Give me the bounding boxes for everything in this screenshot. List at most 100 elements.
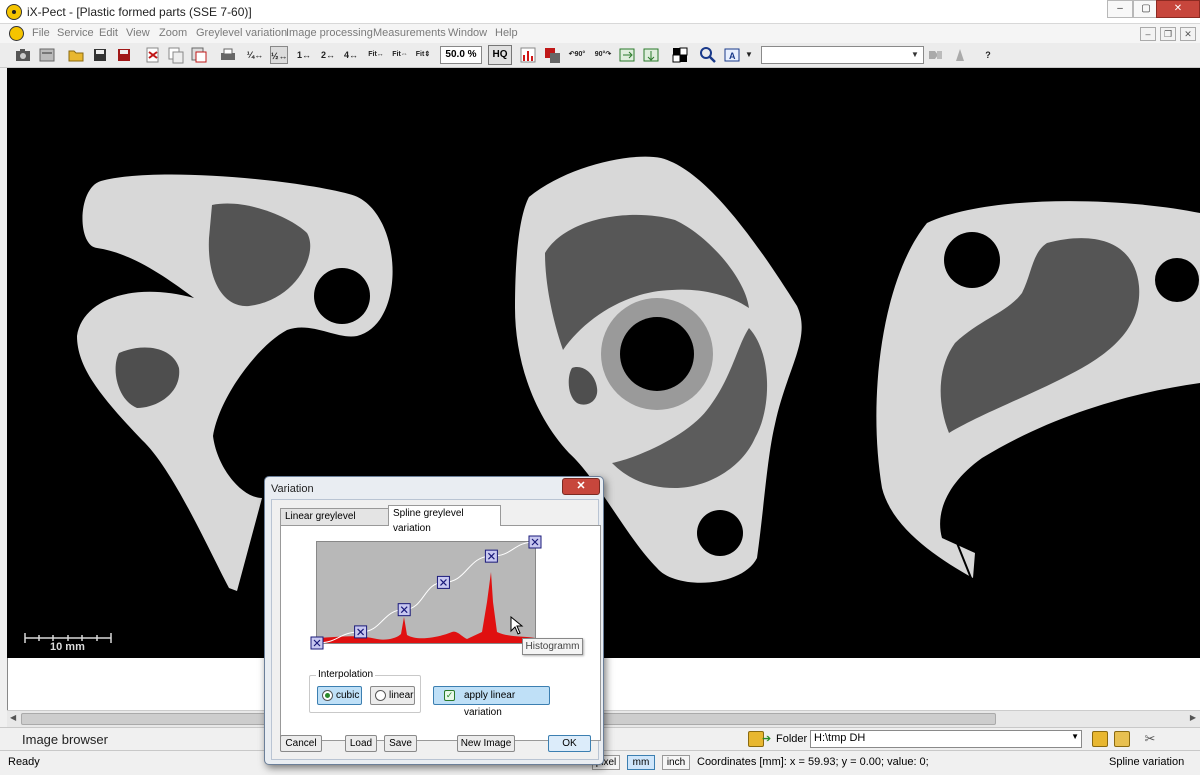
- annotation-icon[interactable]: A: [723, 46, 741, 64]
- zoom-fit-button[interactable]: Fit↔: [366, 46, 386, 64]
- cut-icon[interactable]: [144, 46, 162, 64]
- tab-spline-greylevel[interactable]: Spline greylevel variation: [388, 505, 501, 534]
- zoom-half-button[interactable]: ½↔: [270, 46, 288, 64]
- folder-combobox[interactable]: H:\tmp DH ▼: [810, 730, 1082, 748]
- histogram-icon[interactable]: [519, 46, 537, 64]
- save-red-icon[interactable]: [115, 46, 133, 64]
- new-folder-icon[interactable]: [1114, 731, 1130, 747]
- window-title: iX-Pect - [Plastic formed parts (SSE 7-6…: [27, 5, 252, 19]
- mdi-restore-button[interactable]: ❐: [1160, 27, 1176, 41]
- rotate-left-button[interactable]: ↶90°: [568, 46, 586, 64]
- mouse-cursor-icon: [510, 616, 524, 635]
- curve-histogram-plot: [310, 535, 542, 650]
- zoom-two-button[interactable]: 2↔: [319, 46, 337, 64]
- save-icon[interactable]: [91, 46, 109, 64]
- menu-measurements[interactable]: Measurements: [373, 27, 446, 39]
- minimize-button[interactable]: –: [1107, 0, 1133, 18]
- apply-linear-variation-button[interactable]: ✓ apply linear variation: [433, 686, 550, 718]
- cubic-label: cubic: [336, 690, 360, 701]
- unit-inch-button[interactable]: inch: [662, 755, 690, 770]
- tools-icon[interactable]: ✂: [1142, 731, 1158, 747]
- open-folder-icon[interactable]: [67, 46, 85, 64]
- mdi-minimize-button[interactable]: –: [1140, 27, 1156, 41]
- menu-file[interactable]: File: [32, 27, 50, 39]
- scanner-icon[interactable]: [38, 46, 56, 64]
- flip-vertical-icon[interactable]: [642, 46, 660, 64]
- radio-dot: [322, 690, 333, 701]
- rotate-right-button[interactable]: 90°↷: [594, 46, 612, 64]
- camera-icon[interactable]: [14, 46, 32, 64]
- chevron-down-icon: ▼: [1071, 732, 1079, 741]
- dialog-close-button[interactable]: ✕: [562, 478, 600, 495]
- ok-button[interactable]: OK: [548, 735, 591, 752]
- status-coordinates: Coordinates [mm]: x = 59.93; y = 0.00; v…: [697, 756, 929, 768]
- unit-mm-button[interactable]: mm: [627, 755, 655, 770]
- control-point-handle[interactable]: [397, 603, 411, 617]
- control-point-handle[interactable]: [484, 549, 498, 563]
- nav-back-icon: [926, 46, 944, 64]
- control-point-handle[interactable]: [528, 535, 542, 549]
- magnifier-icon[interactable]: [699, 46, 717, 64]
- spline-curve-editor[interactable]: [310, 535, 542, 650]
- mdi-close-button[interactable]: ✕: [1180, 27, 1196, 41]
- title-bar: iX-Pect - [Plastic formed parts (SSE 7-6…: [0, 0, 1200, 24]
- control-point-handle[interactable]: [310, 636, 324, 650]
- invert-icon[interactable]: [671, 46, 689, 64]
- flip-horizontal-icon[interactable]: [618, 46, 636, 64]
- browse-folder-icon[interactable]: [1092, 731, 1108, 747]
- menu-edit[interactable]: Edit: [99, 27, 118, 39]
- menu-view[interactable]: View: [126, 27, 150, 39]
- close-window-button[interactable]: ✕: [1156, 0, 1200, 18]
- cancel-button[interactable]: Cancel: [280, 735, 322, 752]
- histogram-area: [317, 572, 535, 643]
- document-radiation-icon[interactable]: [9, 26, 24, 41]
- load-button[interactable]: Load: [345, 735, 377, 752]
- hq-toggle-button[interactable]: HQ: [488, 45, 512, 65]
- greylevel-compare-icon[interactable]: [543, 46, 561, 64]
- menu-help[interactable]: Help: [495, 27, 518, 39]
- save-button[interactable]: Save: [384, 735, 417, 752]
- zoom-one-button[interactable]: 1↔: [295, 46, 313, 64]
- scroll-left-icon[interactable]: ◀: [10, 713, 16, 722]
- menu-service[interactable]: Service: [57, 27, 94, 39]
- status-mode: Spline variation: [1109, 756, 1185, 768]
- dialog-title: Variation: [271, 483, 314, 495]
- menu-greylevel-variation[interactable]: Greylevel variation: [196, 27, 287, 39]
- menu-zoom[interactable]: Zoom: [159, 27, 187, 39]
- new-image-button[interactable]: New Image: [457, 735, 515, 752]
- scroll-right-icon[interactable]: ▶: [1190, 713, 1196, 722]
- image-browser-label: Image browser: [22, 732, 108, 747]
- tab-linear-greylevel[interactable]: Linear greylevel variation: [280, 508, 390, 537]
- copy-icon[interactable]: [167, 46, 185, 64]
- zoom-two-label: 2: [320, 50, 326, 60]
- interpolation-label: Interpolation: [316, 669, 376, 680]
- folder-path: H:\tmp DH: [814, 732, 866, 744]
- spline-curve: [316, 541, 536, 644]
- zoom-quarter-button[interactable]: ¼↔: [246, 46, 264, 64]
- print-icon[interactable]: [219, 46, 237, 64]
- checkmark-icon: ✓: [444, 690, 455, 701]
- help-icon[interactable]: ?: [979, 46, 997, 64]
- app-radiation-icon: [6, 4, 22, 20]
- folder-label: Folder :: [776, 733, 814, 745]
- chevron-down-icon: ▼: [911, 50, 919, 59]
- rotate-left-label: 90°: [574, 51, 586, 58]
- paste-icon[interactable]: [190, 46, 208, 64]
- linear-label: linear: [389, 690, 414, 701]
- menu-window[interactable]: Window: [448, 27, 487, 39]
- svg-text:A: A: [729, 51, 736, 61]
- fit-height-label: Fit: [415, 51, 425, 58]
- fit-height-button[interactable]: Fit⇕: [413, 46, 433, 64]
- menu-bar: File Service Edit View Zoom Greylevel va…: [0, 24, 1200, 43]
- rotate-right-label: 90°: [594, 51, 606, 58]
- fit-width-button[interactable]: Fit⇔: [390, 46, 410, 64]
- linear-radio[interactable]: linear: [370, 686, 415, 705]
- toolbar-combobox[interactable]: ▼: [761, 46, 924, 64]
- zoom-four-button[interactable]: 4↔: [342, 46, 360, 64]
- zoom-level-field[interactable]: 50.0 %: [440, 46, 482, 64]
- cubic-radio[interactable]: cubic: [317, 686, 362, 705]
- menu-image-processing[interactable]: Image processing: [286, 27, 373, 39]
- annotation-dropdown-icon[interactable]: ▼: [743, 46, 755, 64]
- control-point-handle[interactable]: [436, 575, 450, 589]
- control-point-handle[interactable]: [354, 625, 368, 639]
